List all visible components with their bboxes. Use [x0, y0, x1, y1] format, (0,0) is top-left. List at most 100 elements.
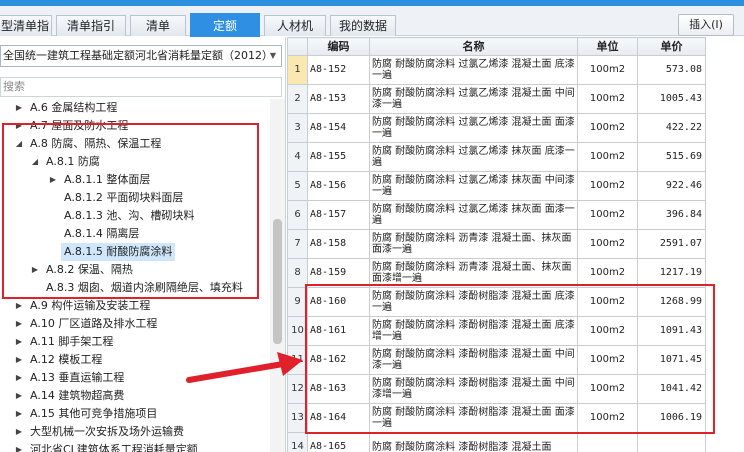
expand-icon[interactable]: ▶ [14, 333, 24, 351]
expand-icon[interactable]: ▶ [14, 387, 24, 405]
quota-tree: ▶ A.6 金属结构工程 ▶ A.7 屋面及防水工程 ◢ A.8 防腐、隔热、保温工程… [0, 99, 270, 452]
expand-icon[interactable]: ▶ [14, 405, 24, 423]
expand-icon[interactable]: ▶ [30, 261, 40, 279]
header-code[interactable]: 编码 [307, 37, 370, 56]
table-row[interactable]: 5 A8-156 防腐 耐酸防腐涂料 过氯乙烯漆 抹灰面 中间漆一遍 100m2 922… [287, 171, 706, 201]
table-row[interactable]: 4 A8-155 防腐 耐酸防腐涂料 过氯乙烯漆 抹灰面 底漆一遍 100m2 515.… [287, 142, 706, 172]
row-price: 1217.19 [637, 258, 706, 288]
row-code: A8-153 [307, 84, 370, 114]
row-price: 1091.43 [637, 316, 706, 346]
search-input[interactable]: 搜索 [0, 77, 282, 97]
row-code: A8-155 [307, 142, 370, 172]
library-select[interactable]: 全国统一建筑工程基础定额河北省消耗量定额（2012） ▼ [0, 45, 282, 67]
tree-node-a8-2[interactable]: ▶ A.8.2 保温、隔热 [0, 261, 270, 279]
row-unit: 100m2 [577, 258, 638, 288]
tab-list[interactable]: 清单 [130, 15, 186, 36]
tree-node-a8-1-3[interactable]: A.8.1.3 池、沟、槽砌块料 [0, 207, 270, 225]
tab-model-list-guide[interactable]: 型清单指引 [0, 15, 52, 53]
row-price: 1005.43 [637, 84, 706, 114]
row-code: A8-158 [307, 229, 370, 259]
row-price: 515.69 [637, 142, 706, 172]
tree-node-a9[interactable]: ▶ A.9 构件运输及安装工程 [0, 297, 270, 315]
tree-scrollbar[interactable] [270, 99, 285, 452]
tree-node-label: A.10 厂区道路及排水工程 [30, 317, 158, 330]
header-name[interactable]: 名称 [369, 37, 578, 56]
tree-node-label: A.8 防腐、隔热、保温工程 [30, 137, 162, 150]
tree-node-label: A.9 构件运输及安装工程 [30, 299, 151, 312]
table-row[interactable]: 6 A8-157 防腐 耐酸防腐涂料 过氯乙烯漆 抹灰面 面漆一遍 100m2 396.… [287, 200, 706, 230]
table-row[interactable]: 9 A8-160 防腐 耐酸防腐涂料 漆酚树脂漆 混凝土面 底漆一遍 100m2 126… [287, 287, 706, 317]
tree-node-a8[interactable]: ◢ A.8 防腐、隔热、保温工程 [0, 135, 270, 153]
row-unit: 100m2 [577, 142, 638, 172]
collapse-icon[interactable]: ◢ [14, 135, 24, 153]
table-row[interactable]: 14 A8-165 防腐 耐酸防腐涂料 漆酚树脂漆 混凝土面 [287, 432, 706, 452]
header-price[interactable]: 单价 [637, 37, 706, 56]
row-code: A8-152 [307, 55, 370, 85]
expand-icon[interactable]: ▶ [14, 117, 24, 135]
tree-node-label: A.8.1 防腐 [46, 155, 100, 168]
row-unit: 100m2 [577, 171, 638, 201]
tree-node-a7[interactable]: ▶ A.7 屋面及防水工程 [0, 117, 270, 135]
row-name: 防腐 耐酸防腐涂料 漆酚树脂漆 混凝土面 面漆一遍 [369, 403, 578, 433]
tree-node-cl-system[interactable]: ▶ 河北省CL建筑体系工程消耗量定额 [0, 441, 270, 452]
tree-node-a10[interactable]: ▶ A.10 厂区道路及排水工程 [0, 315, 270, 333]
tree-node-a6[interactable]: ▶ A.6 金属结构工程 [0, 99, 270, 117]
tree-node-label: 大型机械一次安拆及场外运输费 [30, 425, 184, 438]
tree-node-machinery[interactable]: ▶ 大型机械一次安拆及场外运输费 [0, 423, 270, 441]
table-row[interactable]: 13 A8-164 防腐 耐酸防腐涂料 漆酚树脂漆 混凝土面 面漆一遍 100m2 10… [287, 403, 706, 433]
row-unit: 100m2 [577, 374, 638, 404]
expand-icon[interactable]: ▶ [14, 315, 24, 333]
tree-node-a8-3[interactable]: A.8.3 烟囱、烟道内涂刷隔绝层、填充料 [0, 279, 270, 297]
row-unit: 100m2 [577, 55, 638, 85]
expand-icon[interactable]: ▶ [14, 423, 24, 441]
tab-labor-material-machine[interactable]: 人材机 [264, 15, 326, 36]
header-unit[interactable]: 单位 [577, 37, 638, 56]
tab-list-guide[interactable]: 清单指引 [56, 15, 126, 36]
tree-node-label: 河北省CL建筑体系工程消耗量定额 [30, 443, 198, 452]
expand-icon[interactable]: ▶ [14, 369, 24, 387]
expand-icon[interactable]: ▶ [48, 171, 58, 189]
tree-node-a8-1-5[interactable]: A.8.1.5 耐酸防腐涂料 [0, 243, 270, 261]
tree-node-a11[interactable]: ▶ A.11 脚手架工程 [0, 333, 270, 351]
tab-my-data[interactable]: 我的数据 [330, 15, 396, 36]
row-unit [577, 432, 638, 452]
tab-quota[interactable]: 定额 [190, 13, 260, 37]
row-price: 1041.42 [637, 374, 706, 404]
table-row[interactable]: 3 A8-154 防腐 耐酸防腐涂料 过氯乙烯漆 混凝土面 面漆一遍 100m2 422… [287, 113, 706, 143]
table-row[interactable]: 10 A8-161 防腐 耐酸防腐涂料 漆酚树脂漆 混凝土面 底漆增一遍 100m2 1… [287, 316, 706, 346]
table-row[interactable]: 2 A8-153 防腐 耐酸防腐涂料 过氯乙烯漆 混凝土面 中间漆一遍 100m2 10… [287, 84, 706, 114]
tree-node-a8-1[interactable]: ◢ A.8.1 防腐 [0, 153, 270, 171]
expand-icon[interactable]: ▶ [14, 99, 24, 117]
row-name: 防腐 耐酸防腐涂料 沥青漆 混凝土面、抹灰面 面漆一遍 [369, 229, 578, 259]
row-unit: 100m2 [577, 316, 638, 346]
table-row[interactable]: 12 A8-163 防腐 耐酸防腐涂料 漆酚树脂漆 混凝土面 中间漆增一遍 100m2… [287, 374, 706, 404]
scrollbar-thumb[interactable] [273, 219, 282, 344]
insert-button[interactable]: 插入(I) [678, 14, 734, 36]
tree-node-label: A.14 建筑物超高费 [30, 389, 125, 402]
tree-node-a15[interactable]: ▶ A.15 其他可竞争措施项目 [0, 405, 270, 423]
tree-node-label: A.8.2 保温、隔热 [46, 263, 133, 276]
row-code: A8-154 [307, 113, 370, 143]
row-name: 防腐 耐酸防腐涂料 过氯乙烯漆 抹灰面 中间漆一遍 [369, 171, 578, 201]
tree-node-a8-1-1[interactable]: ▶ A.8.1.1 整体面层 [0, 171, 270, 189]
quota-grid: 编码 名称 单位 单价 1 A8-152 防腐 耐酸防腐涂料 过氯乙烯漆 混凝土面 … [287, 37, 744, 452]
tree-node-label: A.7 屋面及防水工程 [30, 119, 129, 132]
row-name: 防腐 耐酸防腐涂料 漆酚树脂漆 混凝土面 [369, 432, 578, 452]
table-row[interactable]: 11A8-162防腐 耐酸防腐涂料 漆酚树脂漆 混凝土面 中间漆一遍100m21… [287, 345, 706, 375]
row-name: 防腐 耐酸防腐涂料 漆酚树脂漆 混凝土面 中间漆一遍 [369, 345, 578, 375]
collapse-icon[interactable]: ◢ [30, 153, 40, 171]
table-row[interactable]: 1 A8-152 防腐 耐酸防腐涂料 过氯乙烯漆 混凝土面 底漆一遍 100m2 573… [287, 55, 706, 85]
tree-node-a8-1-4[interactable]: A.8.1.4 隔离层 [0, 225, 270, 243]
row-index: 2 [287, 84, 308, 114]
expand-icon[interactable]: ▶ [14, 441, 24, 452]
row-code: A8-162 [307, 345, 370, 375]
tree-node-a8-1-2[interactable]: A.8.1.2 平面砌块料面层 [0, 189, 270, 207]
row-index: 3 [287, 113, 308, 143]
row-price: 922.46 [637, 171, 706, 201]
expand-icon[interactable]: ▶ [14, 351, 24, 369]
table-row[interactable]: 8 A8-159 防腐 耐酸防腐涂料 沥青漆 混凝土面、抹灰面 面漆增一遍 100m2… [287, 258, 706, 288]
row-code: A8-159 [307, 258, 370, 288]
chevron-down-icon[interactable]: ▼ [270, 46, 276, 66]
table-row[interactable]: 7 A8-158 防腐 耐酸防腐涂料 沥青漆 混凝土面、抹灰面 面漆一遍 100m2 2… [287, 229, 706, 259]
expand-icon[interactable]: ▶ [14, 297, 24, 315]
